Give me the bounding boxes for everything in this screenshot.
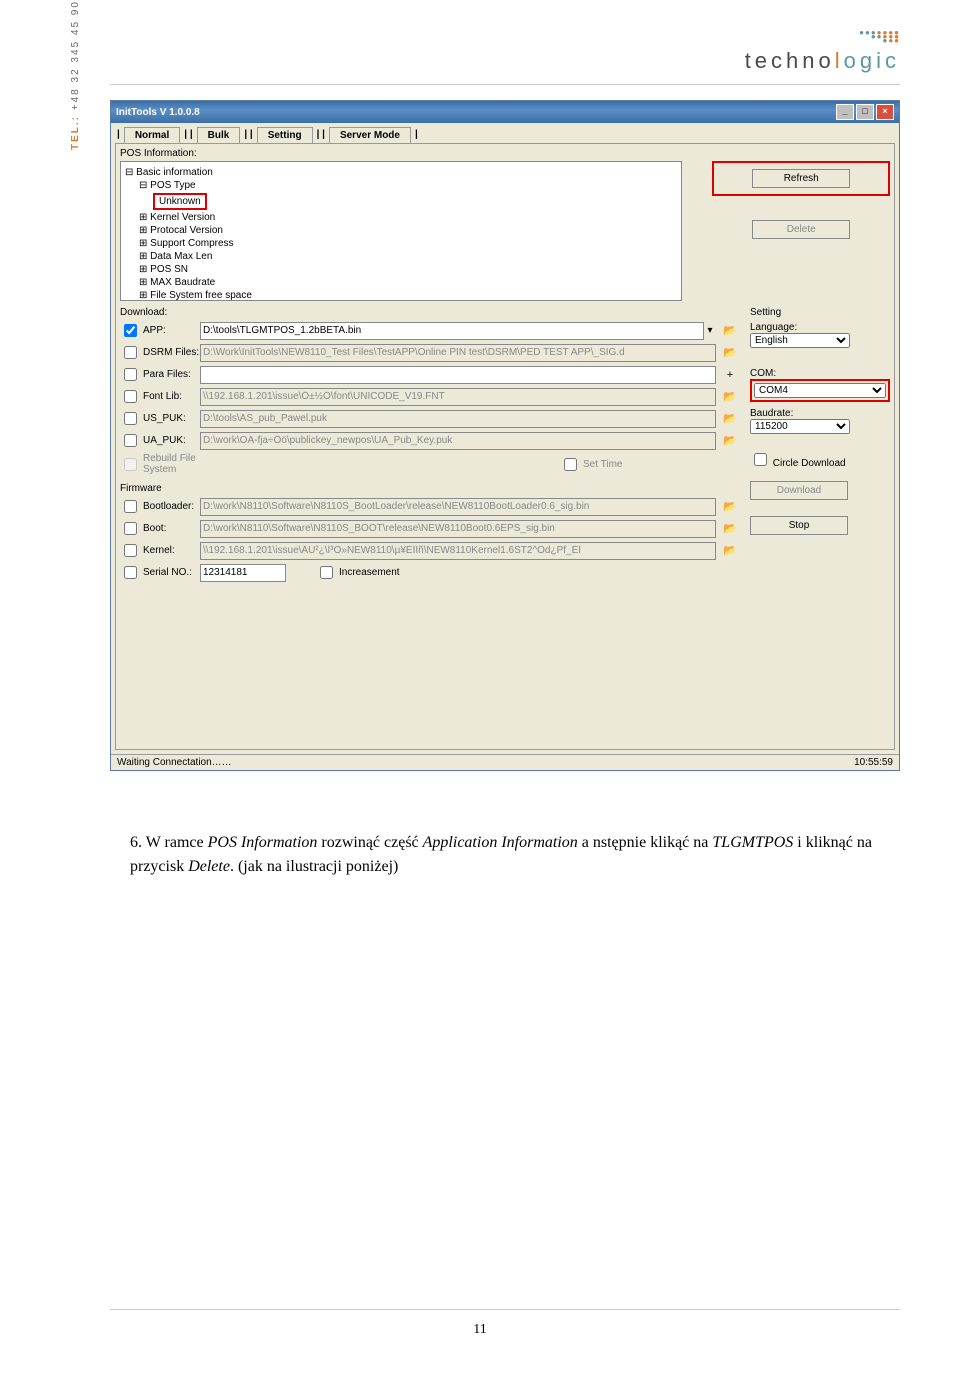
- boot-checkbox[interactable]: Boot:: [120, 519, 200, 538]
- tree-unknown[interactable]: Unknown: [125, 192, 677, 211]
- browse-icon[interactable]: 📂: [720, 500, 740, 513]
- para-checkbox[interactable]: Para Files:: [120, 365, 200, 384]
- instruction-text: 6. W ramce POS Information rozwinąć częś…: [110, 831, 900, 879]
- com-label: COM:: [750, 368, 890, 379]
- baudrate-select[interactable]: 115200: [750, 419, 850, 434]
- pos-info-tree[interactable]: ⊟ Basic information ⊟ POS Type Unknown ⊞…: [120, 161, 682, 301]
- tree-item[interactable]: ⊞ Kernel Version: [125, 211, 677, 224]
- tabs: | Normal | | Bulk | | Setting | | Server…: [111, 123, 899, 143]
- bootloader-input[interactable]: [200, 498, 716, 516]
- statusbar: Waiting Connectation…… 10:55:59: [111, 754, 899, 770]
- page-number: 11: [0, 1322, 960, 1338]
- tab-server-mode[interactable]: Server Mode: [329, 127, 411, 143]
- tree-item[interactable]: ⊟ POS Type: [125, 179, 677, 192]
- browse-icon[interactable]: 📂: [720, 346, 740, 359]
- kernel-checkbox[interactable]: Kernel:: [120, 541, 200, 560]
- font-checkbox[interactable]: Font Lib:: [120, 387, 200, 406]
- minimize-button[interactable]: _: [836, 104, 854, 120]
- us-puk-checkbox[interactable]: US_PUK:: [120, 409, 200, 428]
- font-input[interactable]: [200, 388, 716, 406]
- serial-checkbox[interactable]: Serial NO.:: [120, 563, 200, 582]
- circle-download-checkbox[interactable]: Circle Download: [750, 458, 846, 469]
- app-input[interactable]: [200, 322, 704, 340]
- para-input[interactable]: [200, 366, 716, 384]
- contact-strip: TEL.: +48 32 345 45 90, E-MAIL: OFFICE@T…: [70, 0, 81, 150]
- browse-icon[interactable]: 📂: [720, 544, 740, 557]
- footer-divider: [110, 1309, 900, 1310]
- browse-icon[interactable]: 📂: [720, 324, 740, 337]
- firmware-label: Firmware: [120, 483, 740, 494]
- browse-icon[interactable]: 📂: [720, 412, 740, 425]
- tab-setting[interactable]: Setting: [257, 127, 313, 143]
- browse-icon[interactable]: 📂: [720, 434, 740, 447]
- com-select[interactable]: COM4: [754, 383, 886, 398]
- bootloader-checkbox[interactable]: Bootloader:: [120, 497, 200, 516]
- logo: ●●●●●●● ●●●●● ●●● technologic: [110, 30, 900, 74]
- tree-item[interactable]: ⊞ Support Compress: [125, 237, 677, 250]
- tree-item[interactable]: ⊞ Data Max Len: [125, 250, 677, 263]
- tree-item[interactable]: ⊞ MAX Baudrate: [125, 276, 677, 289]
- refresh-highlight: Refresh: [712, 161, 890, 196]
- window-title: InitTools V 1.0.0.8: [116, 107, 200, 118]
- serial-input[interactable]: [200, 564, 286, 582]
- browse-icon[interactable]: 📂: [720, 522, 740, 535]
- tree-item[interactable]: ⊞ Protocal Version: [125, 224, 677, 237]
- plus-icon[interactable]: +: [720, 369, 740, 381]
- status-text: Waiting Connectation……: [117, 757, 232, 768]
- status-time: 10:55:59: [854, 757, 893, 768]
- rebuild-checkbox[interactable]: Rebuild File System: [120, 453, 200, 475]
- download-button[interactable]: Download: [750, 481, 848, 500]
- boot-input[interactable]: [200, 520, 716, 538]
- setting-label: Setting: [750, 307, 890, 318]
- dsrm-input[interactable]: [200, 344, 716, 362]
- tree-item[interactable]: ⊞ File System free space: [125, 289, 677, 301]
- browse-icon[interactable]: 📂: [720, 390, 740, 403]
- tree-root[interactable]: ⊟ Basic information: [125, 166, 677, 179]
- dsrm-checkbox[interactable]: DSRM Files:: [120, 343, 200, 362]
- baudrate-label: Baudrate:: [750, 408, 890, 419]
- stop-button[interactable]: Stop: [750, 516, 848, 535]
- refresh-button[interactable]: Refresh: [752, 169, 850, 188]
- logo-text: technologic: [110, 48, 900, 74]
- language-select[interactable]: English: [750, 333, 850, 348]
- delete-button[interactable]: Delete: [752, 220, 850, 239]
- pos-info-label: POS Information:: [120, 148, 890, 159]
- ua-puk-checkbox[interactable]: UA_PUK:: [120, 431, 200, 450]
- us-puk-input[interactable]: [200, 410, 716, 428]
- com-highlight: COM4: [750, 379, 890, 402]
- tab-bulk[interactable]: Bulk: [197, 127, 241, 143]
- close-button[interactable]: ×: [876, 104, 894, 120]
- tree-item[interactable]: ⊞ POS SN: [125, 263, 677, 276]
- kernel-input[interactable]: [200, 542, 716, 560]
- divider: [110, 84, 900, 85]
- increasement-checkbox[interactable]: Increasement: [316, 563, 400, 582]
- titlebar: InitTools V 1.0.0.8 _ □ ×: [111, 101, 899, 123]
- download-label: Download:: [120, 307, 740, 318]
- language-label: Language:: [750, 322, 890, 333]
- logo-dots-icon: ●●●●●●● ●●●●● ●●●: [859, 31, 900, 43]
- ua-puk-input[interactable]: [200, 432, 716, 450]
- app-window: InitTools V 1.0.0.8 _ □ × | Normal | | B…: [110, 100, 900, 771]
- tab-normal[interactable]: Normal: [124, 127, 180, 143]
- maximize-button[interactable]: □: [856, 104, 874, 120]
- app-checkbox[interactable]: APP:: [120, 321, 200, 340]
- set-time-checkbox[interactable]: Set Time: [560, 455, 640, 474]
